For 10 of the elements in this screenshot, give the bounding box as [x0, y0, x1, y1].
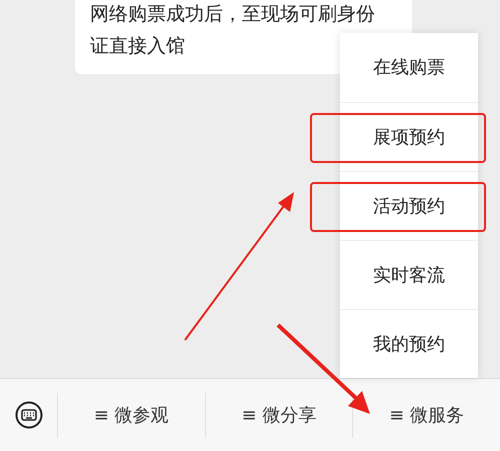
message-text: 网络购票成功后，至现场可刷身份证直接入馆 — [90, 2, 376, 58]
menu-item[interactable]: 展项预约 — [373, 124, 445, 150]
menu-item[interactable]: 我的预约 — [373, 330, 445, 358]
menu-tab[interactable]: ≡ 微参观 — [86, 402, 177, 428]
menu-tab[interactable]: ≡ 微服务 — [381, 402, 472, 428]
menu-item[interactable]: 活动预约 — [373, 192, 445, 220]
menu-item[interactable]: 在线购票 — [373, 54, 445, 81]
menu-item[interactable]: 实时客流 — [373, 262, 445, 288]
menu-tab[interactable]: ≡ 微分享 — [234, 402, 324, 428]
keyboard-icon[interactable] — [14, 401, 42, 429]
